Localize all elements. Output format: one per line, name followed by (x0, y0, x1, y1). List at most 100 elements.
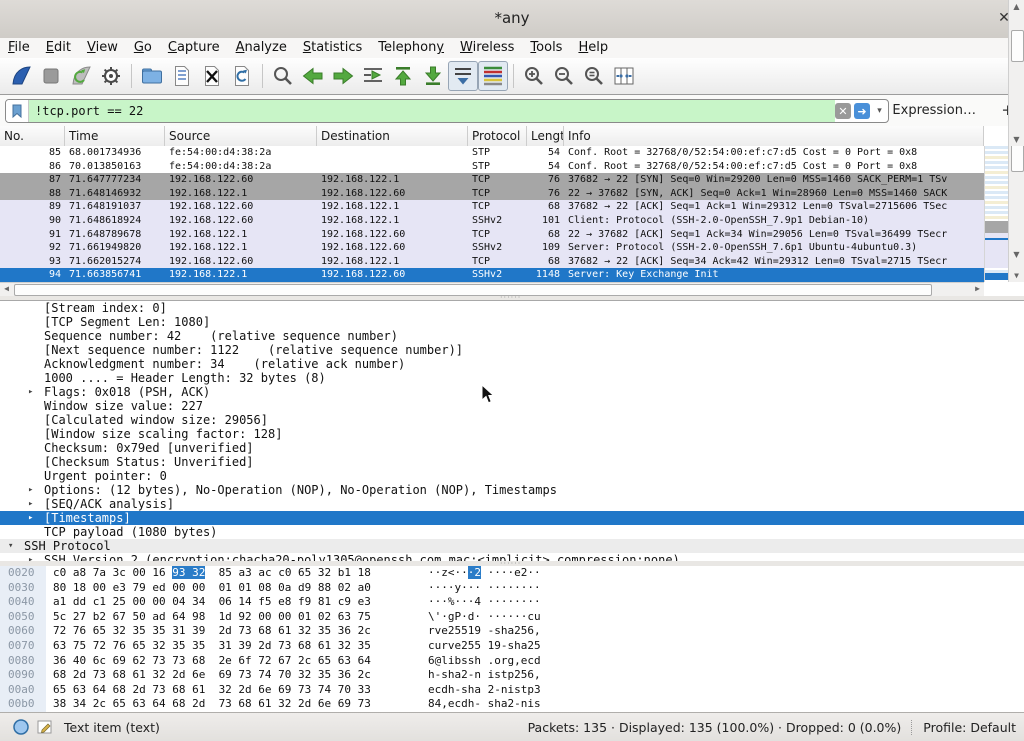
hex-ascii[interactable]: curve255 19-sha25 (428, 639, 541, 654)
detail-line[interactable]: [TCP Segment Len: 1080] (0, 315, 1024, 329)
titlebar[interactable]: *any ✕ (0, 0, 1024, 39)
hex-bytes[interactable]: c0 a8 7a 3c 00 16 93 32 85 a3 ac c0 65 3… (53, 566, 371, 581)
filter-bookmark-icon[interactable] (6, 100, 29, 122)
start-capture-button[interactable] (6, 61, 36, 91)
scroll-left-icon[interactable]: ◀ (0, 283, 13, 295)
profile-status[interactable]: Profile: Default (923, 720, 1016, 735)
expand-arrow-icon[interactable]: ▸ (28, 511, 33, 525)
detail-line[interactable]: ▸Options: (12 bytes), No-Operation (NOP)… (0, 483, 1024, 497)
column-header-protocol[interactable]: Protocol (468, 126, 527, 146)
hex-row[interactable]: 006072 76 65 32 35 35 31 39 2d 73 68 61 … (0, 624, 1008, 639)
hex-bytes[interactable]: a1 dd c1 25 00 00 04 34 06 14 f5 e8 f9 8… (53, 595, 371, 610)
menu-go[interactable]: Go (126, 38, 160, 58)
scroll-down-icon[interactable]: ▼ (1009, 248, 1024, 261)
detail-line[interactable]: Acknowledgment number: 34 (relative ack … (0, 357, 1024, 371)
detail-line[interactable]: Sequence number: 42 (relative sequence n… (0, 329, 1024, 343)
detail-line[interactable]: [Calculated window size: 29056] (0, 413, 1024, 427)
packet-row[interactable]: 9171.648789678192.168.122.1192.168.122.6… (0, 228, 984, 242)
auto-scroll-button[interactable] (448, 61, 478, 91)
save-file-button[interactable] (167, 61, 197, 91)
ascii-highlighted-chars[interactable]: ·2 (468, 566, 481, 579)
hex-ascii[interactable]: ecdh-sha 2-nistp3 (428, 683, 541, 698)
resize-columns-button[interactable] (609, 61, 639, 91)
hex-bytes[interactable]: 65 63 64 68 2d 73 68 61 32 2d 6e 69 73 7… (53, 683, 371, 698)
close-file-button[interactable] (197, 61, 227, 91)
column-header-destination[interactable]: Destination (317, 126, 468, 146)
scroll-down-icon[interactable]: ▼ (1009, 269, 1024, 282)
reload-file-button[interactable] (227, 61, 257, 91)
hex-row[interactable]: 009068 2d 73 68 61 32 2d 6e 69 73 74 70 … (0, 668, 1008, 683)
hex-ascii[interactable]: ··z<···2 ····e2·· (428, 566, 541, 581)
open-file-button[interactable] (137, 61, 167, 91)
intelligent-scrollbar-minimap[interactable] (984, 146, 1009, 282)
hex-ascii[interactable]: h-sha2-n istp256, (428, 668, 541, 683)
hscroll-thumb[interactable] (14, 284, 932, 296)
detail-line[interactable]: [Next sequence number: 1122 (relative se… (0, 343, 1024, 357)
hex-ascii[interactable]: 84,ecdh- sha2-nis (428, 697, 541, 712)
hex-row[interactable]: 008036 40 6c 69 62 73 73 68 2e 6f 72 67 … (0, 654, 1008, 669)
packet-row[interactable]: 8971.648191037192.168.122.60192.168.122.… (0, 200, 984, 214)
menu-statistics[interactable]: Statistics (295, 38, 370, 58)
detail-line[interactable]: [Stream index: 0] (0, 301, 1024, 315)
hex-bytes[interactable]: 68 2d 73 68 61 32 2d 6e 69 73 74 70 32 3… (53, 668, 371, 683)
go-last-button[interactable] (418, 61, 448, 91)
expand-arrow-icon[interactable]: ▸ (28, 483, 33, 497)
detail-line[interactable]: [Checksum Status: Unverified] (0, 455, 1024, 469)
clear-filter-button[interactable]: ✕ (835, 103, 851, 119)
packet-row[interactable]: 9371.662015274192.168.122.60192.168.122.… (0, 255, 984, 269)
zoom-out-button[interactable] (549, 61, 579, 91)
packet-row[interactable]: 8670.013850163fe:54:00:d4:38:2aSTP54Conf… (0, 160, 984, 174)
bytes-vscrollbar[interactable]: ▲ ▼ (1008, 0, 1024, 146)
expand-arrow-icon[interactable]: ▸ (28, 497, 33, 511)
packet-row[interactable]: 8568.001734936fe:54:00:d4:38:2aSTP54Conf… (0, 146, 984, 160)
capture-comment-icon[interactable] (36, 718, 54, 736)
go-first-button[interactable] (388, 61, 418, 91)
detail-line[interactable]: ▸[Timestamps] (0, 511, 1024, 525)
scroll-up-icon[interactable]: ▲ (1009, 0, 1024, 13)
detail-line[interactable]: 1000 .... = Header Length: 32 bytes (8) (0, 371, 1024, 385)
scroll-down-icon[interactable]: ▼ (1009, 133, 1024, 146)
hex-bytes[interactable]: 36 40 6c 69 62 73 73 68 2e 6f 72 67 2c 6… (53, 654, 371, 669)
zoom-in-button[interactable] (519, 61, 549, 91)
detail-line[interactable]: [Window size scaling factor: 128] (0, 427, 1024, 441)
hex-row[interactable]: 003080 18 00 e3 79 ed 00 00 01 01 08 0a … (0, 581, 1008, 596)
hex-bytes[interactable]: 38 34 2c 65 63 64 68 2d 73 68 61 32 2d 6… (53, 697, 371, 712)
menu-edit[interactable]: Edit (38, 38, 79, 58)
menu-view[interactable]: View (79, 38, 126, 58)
hex-bytes[interactable]: 63 75 72 76 65 32 35 35 31 39 2d 73 68 6… (53, 639, 371, 654)
colorize-button[interactable] (478, 61, 508, 91)
column-header-length[interactable]: Length (527, 126, 564, 146)
hex-row[interactable]: 00b038 34 2c 65 63 64 68 2d 73 68 61 32 … (0, 697, 1008, 712)
stop-capture-button[interactable] (36, 61, 66, 91)
display-filter-input[interactable] (29, 100, 835, 122)
hex-row[interactable]: 00505c 27 b2 67 50 ad 64 98 1d 92 00 00 … (0, 610, 1008, 625)
detail-line[interactable]: TCP payload (1080 bytes) (0, 525, 1024, 539)
hex-row[interactable]: 0020c0 a8 7a 3c 00 16 93 32 85 a3 ac c0 … (0, 566, 1008, 581)
detail-line[interactable]: ▾SSH Protocol (0, 539, 1024, 553)
packet-row[interactable]: 8871.648146932192.168.122.1192.168.122.6… (0, 187, 984, 201)
expand-arrow-icon[interactable]: ▸ (28, 385, 33, 399)
hex-ascii[interactable]: 6@libssh .org,ecd (428, 654, 541, 669)
column-header-info[interactable]: Info (564, 126, 984, 146)
hex-highlighted-bytes[interactable]: 93 32 (172, 566, 205, 579)
go-back-button[interactable] (298, 61, 328, 91)
hex-row[interactable]: 0040a1 dd c1 25 00 00 04 34 06 14 f5 e8 … (0, 595, 1008, 610)
column-header-time[interactable]: Time (65, 126, 165, 146)
detail-line[interactable]: Urgent pointer: 0 (0, 469, 1024, 483)
detail-line[interactable]: Window size value: 227 (0, 399, 1024, 413)
filter-history-dropdown[interactable]: ▾ (873, 103, 886, 119)
packet-row[interactable]: 9471.663856741192.168.122.1192.168.122.6… (0, 268, 984, 282)
menu-file[interactable]: File (0, 38, 38, 58)
find-packet-button[interactable] (268, 61, 298, 91)
go-to-packet-button[interactable] (358, 61, 388, 91)
packet-row[interactable]: 9071.648618924192.168.122.60192.168.122.… (0, 214, 984, 228)
hex-bytes[interactable]: 5c 27 b2 67 50 ad 64 98 1d 92 00 00 01 0… (53, 610, 371, 625)
menu-tools[interactable]: Tools (522, 38, 570, 58)
menu-wireless[interactable]: Wireless (452, 38, 522, 58)
column-header-source[interactable]: Source (165, 126, 317, 146)
hex-ascii[interactable]: rve25519 -sha256, (428, 624, 541, 639)
scroll-right-icon[interactable]: ▶ (971, 283, 984, 295)
vscroll-thumb[interactable] (1011, 30, 1024, 62)
hex-ascii[interactable]: ····y··· ········ (428, 581, 541, 596)
menu-capture[interactable]: Capture (160, 38, 228, 58)
